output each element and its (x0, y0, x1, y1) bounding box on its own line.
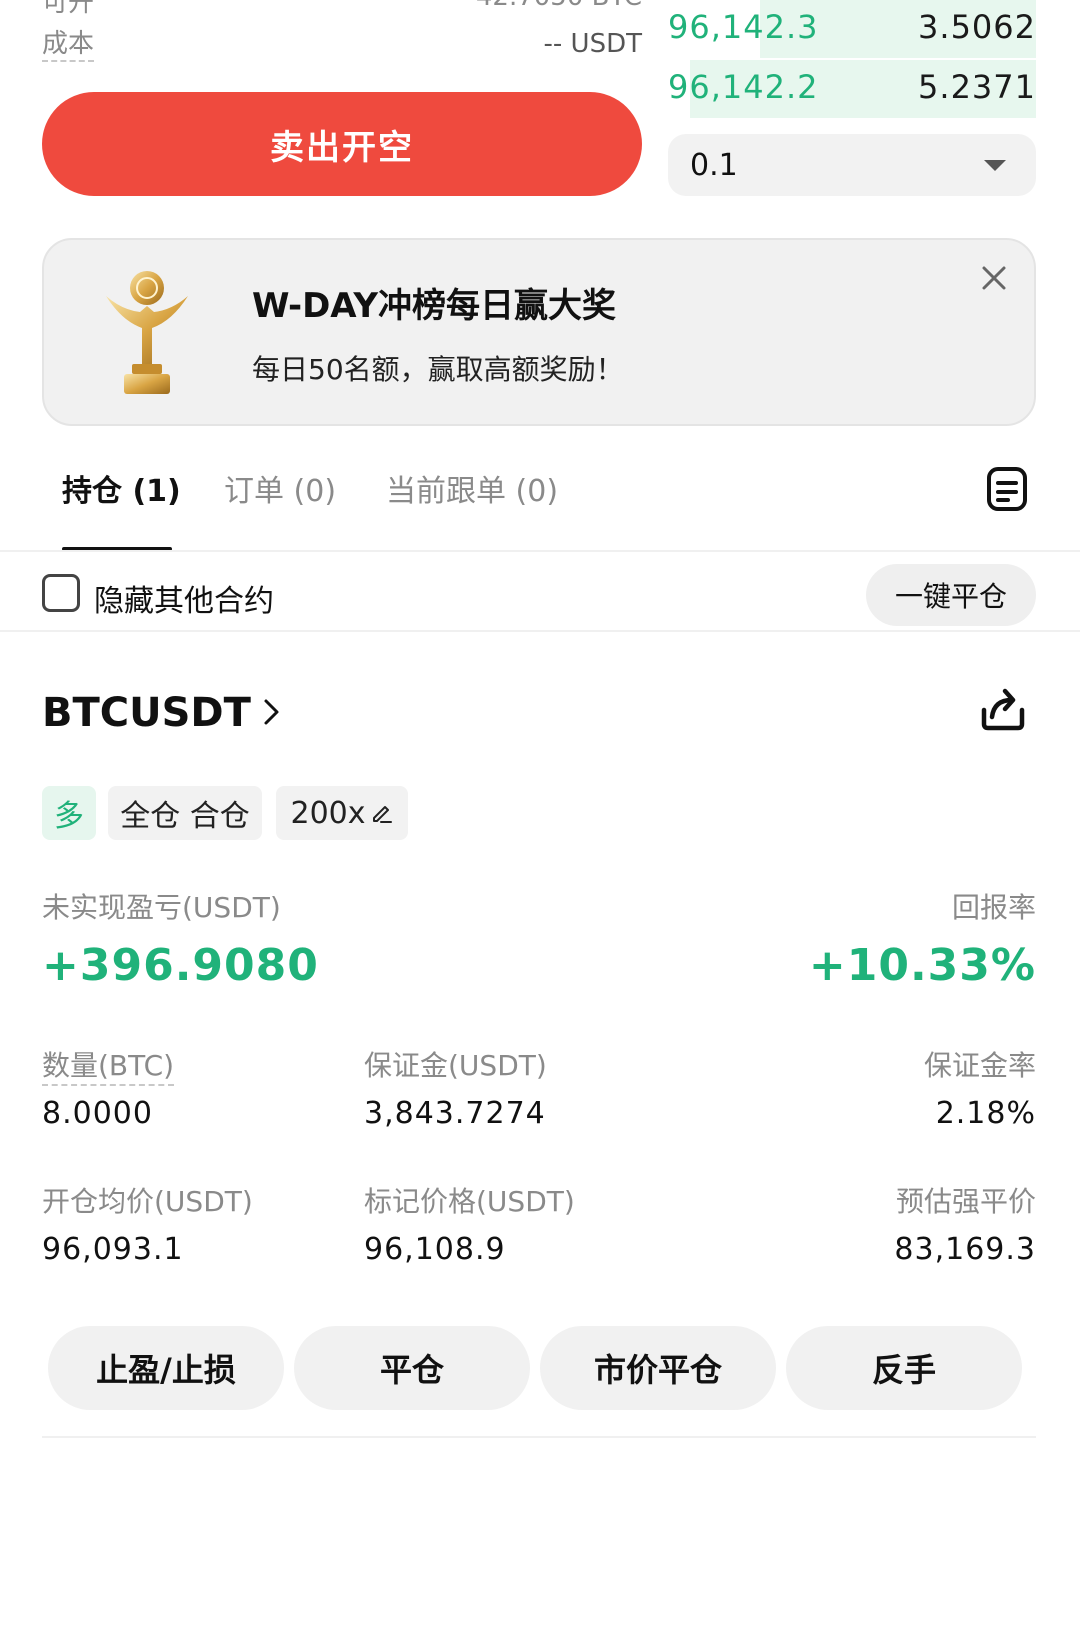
liquidation-price-value: 83,169.3 (894, 1232, 1036, 1267)
pnl-label: 未实现盈亏(USDT) (42, 891, 281, 924)
market-close-button[interactable]: 市价平仓 (540, 1326, 776, 1410)
tab-positions[interactable]: 持仓 (1) (62, 474, 181, 510)
side-tag: 多 (42, 786, 96, 840)
trophy-icon (106, 271, 188, 394)
pnl-value: +396.9080 (42, 940, 319, 991)
margin-ratio-label: 保证金率 (923, 1049, 1036, 1082)
banner-subtitle: 每日50名额，赢取高额奖励！ (252, 353, 624, 386)
roe-label: 回报率 (951, 891, 1036, 924)
leverage-value: 200x (290, 795, 366, 831)
entry-price-value: 96,093.1 (42, 1232, 184, 1267)
price-step-select[interactable]: 0.1 (668, 134, 1036, 196)
leverage-tag[interactable]: 200x (276, 786, 408, 840)
orderbook-row[interactable]: 96,142.2 5.2371 (668, 60, 1036, 118)
hide-other-contracts-label[interactable]: 隐藏其他合约 (94, 576, 274, 620)
tp-sl-button[interactable]: 止盈/止损 (48, 1326, 284, 1410)
orderbook-row[interactable]: 96,142.3 3.5062 (668, 0, 1036, 58)
mark-price-value: 96,108.9 (364, 1232, 506, 1267)
available-row: 可开 42.7050 BTC (42, 0, 642, 18)
close-all-button[interactable]: 一键平仓 (866, 564, 1036, 626)
mark-price-label: 标记价格(USDT) (364, 1185, 575, 1218)
edit-icon[interactable] (370, 801, 394, 825)
close-icon[interactable] (976, 260, 1012, 296)
orderbook-price: 96,142.2 (668, 68, 819, 106)
margin-ratio-value: 2.18% (935, 1096, 1036, 1131)
caret-down-icon (984, 160, 1006, 171)
share-icon[interactable] (978, 684, 1028, 734)
divider (0, 550, 1080, 552)
roe-value: +10.33% (808, 940, 1036, 991)
quantity-value: 8.0000 (42, 1096, 153, 1131)
entry-price-label: 开仓均价(USDT) (42, 1185, 253, 1218)
margin-label: 保证金(USDT) (364, 1049, 547, 1082)
margin-value: 3,843.7274 (364, 1096, 546, 1131)
quantity-label[interactable]: 数量(BTC) (42, 1044, 175, 1086)
orderbook-qty: 3.5062 (918, 8, 1036, 46)
position-symbol[interactable]: BTCUSDT (42, 690, 251, 736)
hide-other-contracts-checkbox[interactable] (42, 574, 80, 612)
tab-orders[interactable]: 订单 (0) (224, 474, 336, 510)
cost-value: -- USDT (543, 29, 642, 59)
sell-open-short-button[interactable]: 卖出开空 (42, 92, 642, 196)
liquidation-price-label: 预估强平价 (895, 1185, 1036, 1218)
chevron-right-icon[interactable] (262, 696, 282, 728)
orderbook-qty: 5.2371 (918, 68, 1036, 106)
available-label: 可开 (42, 0, 95, 18)
margin-mode-tag: 全仓 合仓 (108, 786, 262, 840)
reverse-position-button[interactable]: 反手 (786, 1326, 1022, 1410)
divider (0, 630, 1080, 632)
divider (42, 1436, 1036, 1438)
banner-title: W-DAY冲榜每日赢大奖 (252, 286, 616, 326)
tab-copy-orders[interactable]: 当前跟单 (0) (386, 474, 558, 510)
available-value: 42.7050 BTC (476, 0, 642, 12)
history-list-icon[interactable] (986, 466, 1028, 512)
cost-label[interactable]: 成本 (42, 28, 95, 62)
promo-banner[interactable]: W-DAY冲榜每日赢大奖 每日50名额，赢取高额奖励！ (42, 238, 1036, 426)
orderbook-price: 96,142.3 (668, 8, 819, 46)
price-step-value: 0.1 (690, 148, 738, 183)
close-position-button[interactable]: 平仓 (294, 1326, 530, 1410)
